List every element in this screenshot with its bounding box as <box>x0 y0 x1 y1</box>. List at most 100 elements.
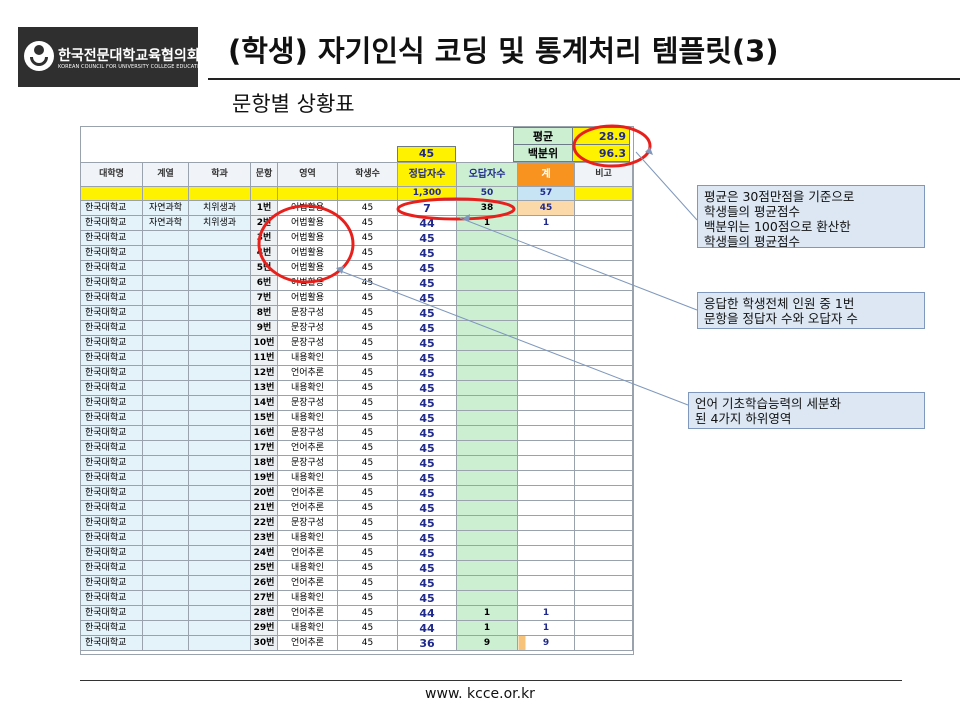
area-cell[interactable]: 내용확인 <box>277 620 338 636</box>
area-cell[interactable]: 문장구성 <box>277 305 338 321</box>
note-cell[interactable] <box>574 410 633 426</box>
question-cell[interactable]: 4번 <box>250 245 278 261</box>
sum-cell[interactable] <box>517 290 575 306</box>
sum-cell[interactable]: 1 <box>517 215 575 231</box>
sum-cell[interactable] <box>517 245 575 261</box>
question-cell[interactable]: 25번 <box>250 560 278 576</box>
department-cell[interactable] <box>188 365 251 381</box>
note-cell[interactable] <box>574 245 633 261</box>
sum-cell[interactable] <box>517 560 575 576</box>
student-count-cell[interactable]: 45 <box>337 500 398 516</box>
wrong-count-cell[interactable] <box>456 575 518 591</box>
area-cell[interactable]: 내용확인 <box>277 560 338 576</box>
wrong-count-cell[interactable] <box>456 545 518 561</box>
university-cell[interactable]: 한국대학교 <box>80 425 143 441</box>
totals-cell[interactable] <box>142 186 189 201</box>
department-cell[interactable] <box>188 410 251 426</box>
note-cell[interactable] <box>574 470 633 486</box>
university-cell[interactable]: 한국대학교 <box>80 410 143 426</box>
student-count-cell[interactable]: 45 <box>337 455 398 471</box>
wrong-count-cell[interactable] <box>456 380 518 396</box>
sum-cell[interactable] <box>517 425 575 441</box>
note-cell[interactable] <box>574 335 633 351</box>
question-cell[interactable]: 2번 <box>250 215 278 231</box>
student-count-cell[interactable]: 45 <box>337 485 398 501</box>
area-cell[interactable]: 문장구성 <box>277 320 338 336</box>
department-cell[interactable] <box>188 335 251 351</box>
series-cell[interactable] <box>142 305 189 321</box>
sum-cell[interactable] <box>517 365 575 381</box>
sum-cell[interactable] <box>517 530 575 546</box>
note-cell[interactable] <box>574 350 633 366</box>
student-count-cell[interactable]: 45 <box>337 395 398 411</box>
area-cell[interactable]: 어법활용 <box>277 275 338 291</box>
area-cell[interactable]: 어법활용 <box>277 230 338 246</box>
student-count-cell[interactable]: 45 <box>337 425 398 441</box>
department-cell[interactable] <box>188 515 251 531</box>
student-count-cell[interactable]: 45 <box>337 470 398 486</box>
question-cell[interactable]: 16번 <box>250 425 278 441</box>
question-cell[interactable]: 29번 <box>250 620 278 636</box>
note-cell[interactable] <box>574 440 633 456</box>
department-cell[interactable] <box>188 440 251 456</box>
question-cell[interactable]: 20번 <box>250 485 278 501</box>
totals-cell[interactable] <box>188 186 251 201</box>
area-cell[interactable]: 언어추론 <box>277 500 338 516</box>
university-cell[interactable]: 한국대학교 <box>80 605 143 621</box>
sum-cell[interactable] <box>517 575 575 591</box>
correct-count-cell[interactable]: 45 <box>397 500 457 516</box>
wrong-count-cell[interactable] <box>456 230 518 246</box>
area-cell[interactable]: 언어추론 <box>277 440 338 456</box>
wrong-count-cell[interactable] <box>456 320 518 336</box>
series-cell[interactable] <box>142 635 189 651</box>
note-cell[interactable] <box>574 605 633 621</box>
correct-count-cell[interactable]: 45 <box>397 380 457 396</box>
wrong-count-cell[interactable] <box>456 440 518 456</box>
series-cell[interactable] <box>142 515 189 531</box>
department-cell[interactable]: 치위생과 <box>188 200 251 216</box>
question-cell[interactable]: 19번 <box>250 470 278 486</box>
sum-cell[interactable] <box>517 230 575 246</box>
header-total-students[interactable]: 45 <box>397 146 456 162</box>
note-cell[interactable] <box>574 215 633 231</box>
department-cell[interactable]: 치위생과 <box>188 215 251 231</box>
note-cell[interactable] <box>574 455 633 471</box>
correct-count-cell[interactable]: 45 <box>397 560 457 576</box>
correct-count-cell[interactable]: 45 <box>397 575 457 591</box>
series-cell[interactable] <box>142 395 189 411</box>
wrong-count-cell[interactable] <box>456 515 518 531</box>
university-cell[interactable]: 한국대학교 <box>80 590 143 606</box>
department-cell[interactable] <box>188 290 251 306</box>
question-cell[interactable]: 12번 <box>250 365 278 381</box>
column-header[interactable]: 영역 <box>277 162 338 187</box>
department-cell[interactable] <box>188 380 251 396</box>
department-cell[interactable] <box>188 605 251 621</box>
series-cell[interactable] <box>142 380 189 396</box>
student-count-cell[interactable]: 45 <box>337 290 398 306</box>
column-header[interactable]: 정답자수 <box>397 162 457 187</box>
wrong-count-cell[interactable] <box>456 485 518 501</box>
question-cell[interactable]: 23번 <box>250 530 278 546</box>
student-count-cell[interactable]: 45 <box>337 200 398 216</box>
university-cell[interactable]: 한국대학교 <box>80 500 143 516</box>
area-cell[interactable]: 언어추론 <box>277 365 338 381</box>
question-cell[interactable]: 3번 <box>250 230 278 246</box>
student-count-cell[interactable]: 45 <box>337 605 398 621</box>
correct-count-cell[interactable]: 45 <box>397 245 457 261</box>
question-cell[interactable]: 9번 <box>250 320 278 336</box>
area-cell[interactable]: 내용확인 <box>277 470 338 486</box>
series-cell[interactable] <box>142 230 189 246</box>
university-cell[interactable]: 한국대학교 <box>80 470 143 486</box>
totals-cell[interactable] <box>250 186 278 201</box>
wrong-count-cell[interactable] <box>456 350 518 366</box>
department-cell[interactable] <box>188 305 251 321</box>
question-cell[interactable]: 1번 <box>250 200 278 216</box>
university-cell[interactable]: 한국대학교 <box>80 230 143 246</box>
note-cell[interactable] <box>574 305 633 321</box>
wrong-count-cell[interactable] <box>456 500 518 516</box>
area-cell[interactable]: 내용확인 <box>277 350 338 366</box>
series-cell[interactable] <box>142 350 189 366</box>
wrong-count-cell[interactable]: 38 <box>456 200 518 216</box>
department-cell[interactable] <box>188 500 251 516</box>
series-cell[interactable] <box>142 530 189 546</box>
